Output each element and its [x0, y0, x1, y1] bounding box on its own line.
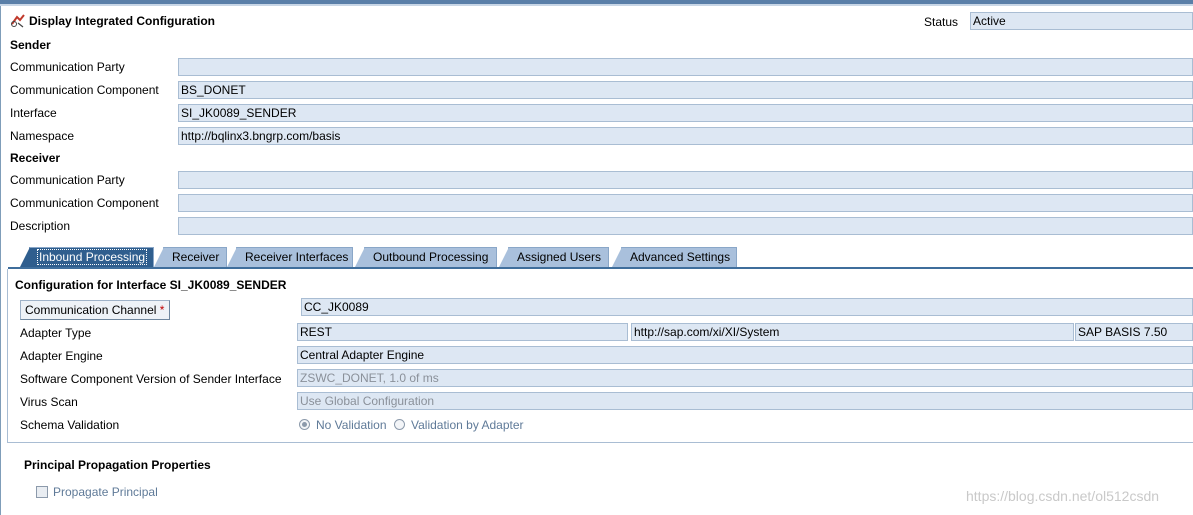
sender-communication-party-label: Communication Party — [10, 60, 125, 74]
tabstrip-baseline — [8, 267, 1193, 269]
receiver-communication-party-field[interactable] — [178, 171, 1193, 189]
sender-communication-party-field[interactable] — [178, 58, 1193, 76]
sender-communication-component-field[interactable]: BS_DONET — [178, 81, 1193, 99]
tab-assigned-users[interactable]: Assigned Users — [499, 247, 609, 267]
tab-outbound-processing[interactable]: Outbound Processing — [355, 247, 497, 267]
page-title: Display Integrated Configuration — [29, 14, 216, 28]
adapter-type-field: REST — [297, 323, 628, 341]
no-validation-label[interactable]: No Validation — [316, 418, 387, 432]
adapter-engine-label: Adapter Engine — [20, 349, 103, 363]
tab-receiver-label: Receiver — [172, 250, 220, 264]
sender-section-title: Sender — [10, 38, 51, 52]
adapter-type-swcv-field: SAP BASIS 7.50 — [1075, 323, 1193, 341]
description-label: Description — [10, 219, 71, 233]
receiver-section-title: Receiver — [10, 151, 61, 165]
virus-scan-field: Use Global Configuration — [297, 392, 1193, 410]
virus-scan-label: Virus Scan — [20, 395, 78, 409]
status-field: Active — [970, 12, 1193, 30]
config-title: Configuration for Interface SI_JK0089_SE… — [15, 278, 287, 292]
required-marker: * — [159, 303, 165, 317]
sender-namespace-label: Namespace — [10, 129, 75, 143]
tab-advanced-settings-label: Advanced Settings — [630, 250, 731, 264]
validation-by-adapter-label[interactable]: Validation by Adapter — [411, 418, 524, 432]
adapter-type-namespace-field: http://sap.com/xi/XI/System — [631, 323, 1074, 341]
receiver-communication-party-label: Communication Party — [10, 173, 125, 187]
tab-panel-bottom-border — [7, 442, 1193, 443]
propagate-principal-label[interactable]: Propagate Principal — [53, 485, 158, 499]
communication-channel-button[interactable]: Communication Channel * — [20, 300, 170, 320]
tab-receiver-interfaces-label: Receiver Interfaces — [245, 250, 349, 264]
validation-by-adapter-radio[interactable] — [394, 419, 405, 430]
communication-channel-field[interactable]: CC_JK0089 — [301, 298, 1193, 316]
integrated-configuration-icon — [10, 14, 26, 31]
status-label: Status — [924, 15, 959, 29]
receiver-communication-component-label: Communication Component — [10, 196, 159, 210]
principal-propagation-title: Principal Propagation Properties — [24, 458, 211, 472]
adapter-engine-field[interactable]: Central Adapter Engine — [297, 346, 1193, 364]
tab-receiver[interactable]: Receiver — [154, 247, 227, 267]
tab-panel-left-border — [7, 269, 8, 443]
tab-advanced-settings[interactable]: Advanced Settings — [612, 247, 737, 267]
window-left-border — [0, 6, 1, 515]
tab-assigned-users-label: Assigned Users — [517, 250, 602, 264]
sender-interface-label: Interface — [10, 106, 57, 120]
tab-inbound-processing-label: Inbound Processing — [36, 249, 148, 265]
tab-inbound-processing[interactable]: Inbound Processing — [20, 247, 154, 267]
swcv-field: ZSWC_DONET, 1.0 of ms — [297, 369, 1193, 387]
receiver-communication-component-field[interactable] — [178, 194, 1193, 212]
swcv-label: Software Component Version of Sender Int… — [20, 372, 282, 386]
sender-communication-component-label: Communication Component — [10, 83, 159, 97]
watermark: https://blog.csdn.net/ol512csdn — [966, 488, 1160, 504]
description-field[interactable] — [178, 217, 1193, 235]
adapter-type-label: Adapter Type — [20, 326, 92, 340]
tab-outbound-processing-label: Outbound Processing — [373, 250, 489, 264]
schema-validation-label: Schema Validation — [20, 418, 120, 432]
sender-interface-field[interactable]: SI_JK0089_SENDER — [178, 104, 1193, 122]
tab-receiver-interfaces[interactable]: Receiver Interfaces — [227, 247, 353, 267]
propagate-principal-checkbox[interactable] — [36, 486, 48, 498]
communication-channel-label: Communication Channel — [25, 303, 157, 317]
window-top-line — [0, 4, 1193, 6]
no-validation-radio[interactable] — [299, 419, 310, 430]
sender-namespace-field[interactable]: http://bqlinx3.bngrp.com/basis — [178, 127, 1193, 145]
